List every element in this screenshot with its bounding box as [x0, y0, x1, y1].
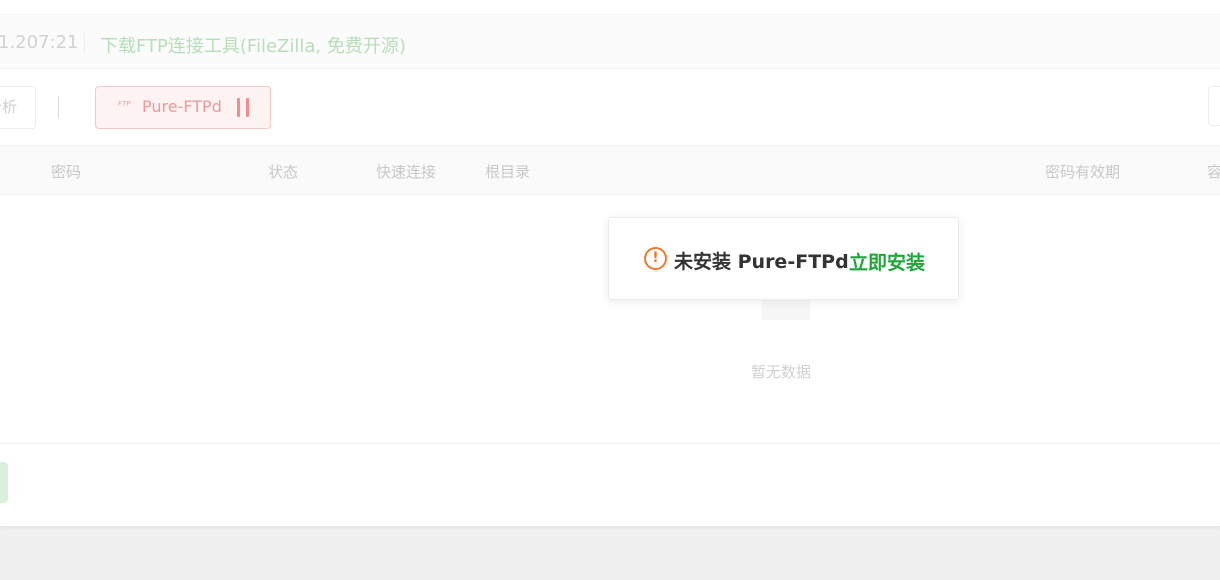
empty-data-icon [762, 298, 810, 320]
search-box[interactable] [1208, 86, 1220, 126]
pure-ftpd-service-button[interactable]: FTP Pure-FTPd [95, 86, 271, 129]
ftp-icon: FTP [118, 100, 131, 108]
service-name: Pure-FTPd [142, 97, 222, 116]
column-password[interactable]: 密码 [51, 161, 81, 182]
column-root-directory[interactable]: 根目录 [485, 161, 530, 182]
pause-icon [236, 98, 251, 117]
column-quick-connect[interactable]: 快速连接 [376, 161, 436, 182]
install-now-button[interactable]: 立即安装 [849, 248, 925, 275]
column-status[interactable]: 状态 [268, 161, 298, 182]
divider [84, 33, 85, 53]
toolbar-divider [58, 96, 59, 118]
exclamation-circle-icon: ! [644, 247, 667, 270]
server-address: 1.207:21 [0, 32, 79, 53]
analyze-button-label: 分析 [0, 98, 17, 116]
divider [0, 443, 1220, 444]
table-header: 密码 状态 快速连接 根目录 密码有效期 容 [0, 145, 1220, 195]
info-bar: 1.207:21 下载FTP连接工具(FileZilla, 免费开源) [0, 14, 1220, 69]
alert-message: 未安装 Pure-FTPd [674, 251, 849, 273]
add-ftp-button[interactable] [0, 462, 8, 503]
download-ftp-tool-link[interactable]: 下载FTP连接工具(FileZilla, 免费开源) [100, 32, 406, 58]
empty-data-text: 暂无数据 [751, 363, 812, 381]
column-capacity[interactable]: 容 [1207, 161, 1220, 182]
column-password-expiry[interactable]: 密码有效期 [1045, 161, 1120, 182]
ftp-panel: 1.207:21 下载FTP连接工具(FileZilla, 免费开源) 分析 F… [0, 0, 1220, 526]
not-installed-alert: ! 未安装 Pure-FTPd 立即安装 [608, 217, 959, 300]
analyze-button[interactable]: 分析 [0, 86, 36, 129]
